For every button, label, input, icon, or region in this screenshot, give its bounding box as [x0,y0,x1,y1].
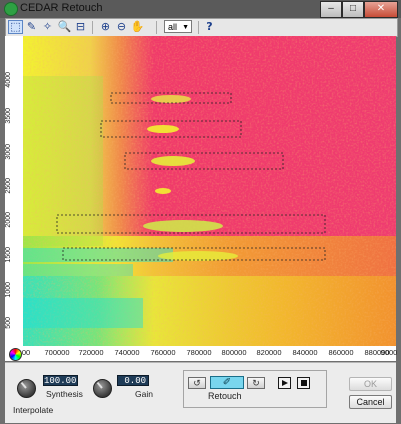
help-icon: ? [206,20,213,33]
color-palette-icon[interactable] [9,348,22,361]
retouch-button[interactable]: ✐ [210,376,244,389]
retouch-next-button[interactable]: ↻ [247,377,265,389]
retouch-prev-button[interactable]: ↺ [188,377,206,389]
help-button[interactable]: ? [202,20,217,34]
x-tick-label: 800000 [221,348,247,357]
synthesis-label: Synthesis [46,389,83,399]
fit-tool[interactable]: ⊟ [73,20,88,34]
rect-select-icon: ⬚ [10,20,21,33]
hand-icon: ✋ [130,20,145,33]
x-tick-label: 760000 [150,348,176,357]
retouch-group [183,370,327,408]
x-tick-label: 740000 [114,348,140,357]
y-tick-label: 500 [5,317,12,329]
x-tick-label: 780000 [186,348,212,357]
brush-icon: ✐ [222,377,232,388]
fit-icon: ⊟ [75,20,86,33]
ok-button[interactable]: OK [349,377,392,391]
synthesis-knob[interactable] [17,379,36,398]
frequency-axis: 4000 3500 3000 2500 2000 1500 1000 500 [5,36,23,346]
y-tick-label: 1500 [5,247,12,263]
title-bar: CEDAR Retouch – □ ✕ [0,0,401,18]
toolbar-separator [198,21,199,34]
y-tick-label: 2000 [5,212,12,228]
x-tick-label: 700000 [44,348,70,357]
maximize-button[interactable]: □ [342,1,364,18]
y-tick-label: 4000 [5,72,12,88]
redo-icon: ↻ [252,378,260,388]
undo-icon: ↺ [193,378,201,388]
minimize-button[interactable]: – [320,1,342,18]
wand-icon: ✧ [42,20,53,33]
synthesis-readout[interactable]: 100.00 [43,375,78,386]
spectrogram-display[interactable] [23,36,396,346]
cancel-button[interactable]: Cancel [349,395,392,409]
x-tick-label: 00 [21,348,31,357]
close-button[interactable]: ✕ [364,1,398,18]
select-rect-tool[interactable]: ⬚ [8,20,23,34]
y-tick-label: 3500 [5,108,12,124]
interpolate-label: Interpolate [13,405,54,415]
zoom-tool[interactable]: 🔍 [57,20,72,34]
gain-knob[interactable] [93,379,112,398]
magnifier-icon: 🔍 [57,20,72,33]
zoom-select-value: all [168,22,178,32]
lasso-icon: ✎ [26,20,37,33]
time-axis: 00 700000 720000 740000 760000 780000 80… [21,347,398,359]
spectrogram-image[interactable] [23,36,396,346]
stop-button[interactable] [297,377,310,389]
zoom-out-icon: ⊖ [116,20,127,33]
chevron-down-icon: ▼ [182,24,189,31]
retouch-window: CEDAR Retouch – □ ✕ ⬚ ✎ ✧ 🔍 ⊟ ⊕ ⊖ ✋ all ▼… [0,0,401,424]
controls-panel: 100.00 Synthesis 0.00 Gain Interpolate ↺… [5,362,396,423]
retouch-label: Retouch [208,391,242,401]
toolbar-separator [92,21,93,34]
zoom-in-icon: ⊕ [100,20,111,33]
y-tick-label: 2500 [5,178,12,194]
pan-tool[interactable]: ✋ [130,20,145,34]
gain-label: Gain [135,389,153,399]
x-tick-label: 720000 [78,348,104,357]
zoom-out-button[interactable]: ⊖ [114,20,129,34]
toolbar: ⬚ ✎ ✧ 🔍 ⊟ ⊕ ⊖ ✋ all ▼ ? [5,18,398,37]
x-tick-label: 820000 [256,348,282,357]
toolbar-separator [156,21,157,34]
freehand-select-tool[interactable]: ✎ [24,20,39,34]
y-tick-label: 1000 [5,282,12,298]
play-icon [282,379,288,386]
x-tick-label: 860000 [328,348,354,357]
app-icon [4,2,18,16]
zoom-select[interactable]: all ▼ [164,20,192,33]
x-tick-label: 840000 [292,348,318,357]
stop-icon [300,380,307,386]
zoom-in-button[interactable]: ⊕ [98,20,113,34]
gain-readout[interactable]: 0.00 [117,375,149,386]
play-button[interactable] [278,377,291,389]
window-title: CEDAR Retouch [20,2,103,14]
y-tick-label: 3000 [5,144,12,160]
x-tick-label: 9000 [380,348,398,357]
magic-select-tool[interactable]: ✧ [40,20,55,34]
